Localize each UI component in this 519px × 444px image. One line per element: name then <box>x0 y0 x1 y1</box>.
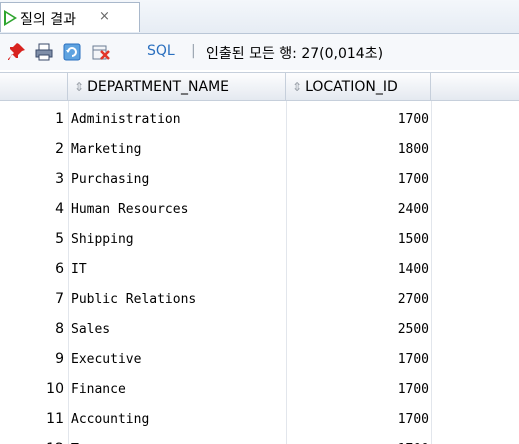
run-icon <box>4 10 17 26</box>
table-row[interactable]: 2 Marketing 1800 <box>0 135 519 165</box>
column-header-department-name[interactable]: ⇕ DEPARTMENT_NAME <box>68 73 286 101</box>
table-row[interactable]: 4 Human Resources 2400 <box>0 195 519 225</box>
sort-icon: ⇕ <box>292 80 303 94</box>
tab-query-result[interactable]: 질의 결과 × <box>0 2 140 32</box>
row-number: 9 <box>55 351 64 367</box>
sql-link[interactable]: SQL <box>147 43 175 59</box>
column-label: DEPARTMENT_NAME <box>87 79 229 95</box>
table-row[interactable]: 12 T 1700 <box>0 435 519 444</box>
row-number: 4 <box>55 201 64 217</box>
row-number: 3 <box>55 171 64 187</box>
location-id-cell: 2500 <box>397 322 429 337</box>
department-name-cell: Human Resources <box>71 202 189 217</box>
row-number: 10 <box>46 381 64 397</box>
result-grid: ⇕ DEPARTMENT_NAME ⇕ LOCATION_ID 1 Administ… <box>0 72 519 444</box>
row-number: 2 <box>55 141 64 157</box>
table-row[interactable]: 9 Executive 1700 <box>0 345 519 375</box>
close-icon[interactable]: × <box>99 9 110 24</box>
location-id-cell: 1700 <box>397 382 429 397</box>
row-number: 8 <box>55 321 64 337</box>
row-number-header <box>0 73 68 101</box>
location-id-cell: 1500 <box>397 232 429 247</box>
department-name-cell: Finance <box>71 382 126 397</box>
clear-icon[interactable] <box>92 43 110 61</box>
print-icon[interactable] <box>35 43 53 61</box>
table-row[interactable]: 11 Accounting 1700 <box>0 405 519 435</box>
row-number: 6 <box>55 261 64 277</box>
tab-title: 질의 결과 <box>20 12 76 28</box>
department-name-cell: Sales <box>71 322 111 337</box>
department-name-cell: Purchasing <box>71 172 150 187</box>
location-id-cell: 1700 <box>397 412 429 427</box>
column-header-location-id[interactable]: ⇕ LOCATION_ID <box>286 73 431 101</box>
row-number: 11 <box>46 411 64 427</box>
location-id-cell: 2700 <box>397 292 429 307</box>
department-name-cell: Administration <box>71 112 181 127</box>
location-id-cell: 1800 <box>397 142 429 157</box>
row-number: 7 <box>55 291 64 307</box>
grid-header: ⇕ DEPARTMENT_NAME ⇕ LOCATION_ID <box>0 72 519 101</box>
table-row[interactable]: 7 Public Relations 2700 <box>0 285 519 315</box>
row-number: 5 <box>55 231 64 247</box>
tab-bar: 질의 결과 × <box>0 0 519 34</box>
sort-icon: ⇕ <box>74 80 85 94</box>
department-name-cell: Executive <box>71 352 142 367</box>
location-id-cell: 1700 <box>397 352 429 367</box>
table-row[interactable]: 10 Finance 1700 <box>0 375 519 405</box>
toolbar: SQL | 인출된 모든 행: 27(0,014초) <box>0 34 519 70</box>
table-row[interactable]: 5 Shipping 1500 <box>0 225 519 255</box>
table-row[interactable]: 1 Administration 1700 <box>0 105 519 135</box>
department-name-cell: Shipping <box>71 232 134 247</box>
row-number: 1 <box>55 111 64 127</box>
table-row[interactable]: 3 Purchasing 1700 <box>0 165 519 195</box>
department-name-cell: Public Relations <box>71 292 197 307</box>
pin-icon[interactable] <box>8 43 26 61</box>
department-name-cell: Marketing <box>71 142 142 157</box>
location-id-cell: 2400 <box>397 202 429 217</box>
table-row[interactable]: 6 IT 1400 <box>0 255 519 285</box>
separator: | <box>191 43 196 59</box>
location-id-cell: 1700 <box>397 112 429 127</box>
table-row[interactable]: 8 Sales 2500 <box>0 315 519 345</box>
refresh-icon[interactable] <box>63 43 81 61</box>
department-name-cell: Accounting <box>71 412 150 427</box>
column-label: LOCATION_ID <box>305 79 398 95</box>
department-name-cell: IT <box>71 262 87 277</box>
location-id-cell: 1400 <box>397 262 429 277</box>
status-text: 인출된 모든 행: 27(0,014초) <box>206 46 384 62</box>
location-id-cell: 1700 <box>397 172 429 187</box>
